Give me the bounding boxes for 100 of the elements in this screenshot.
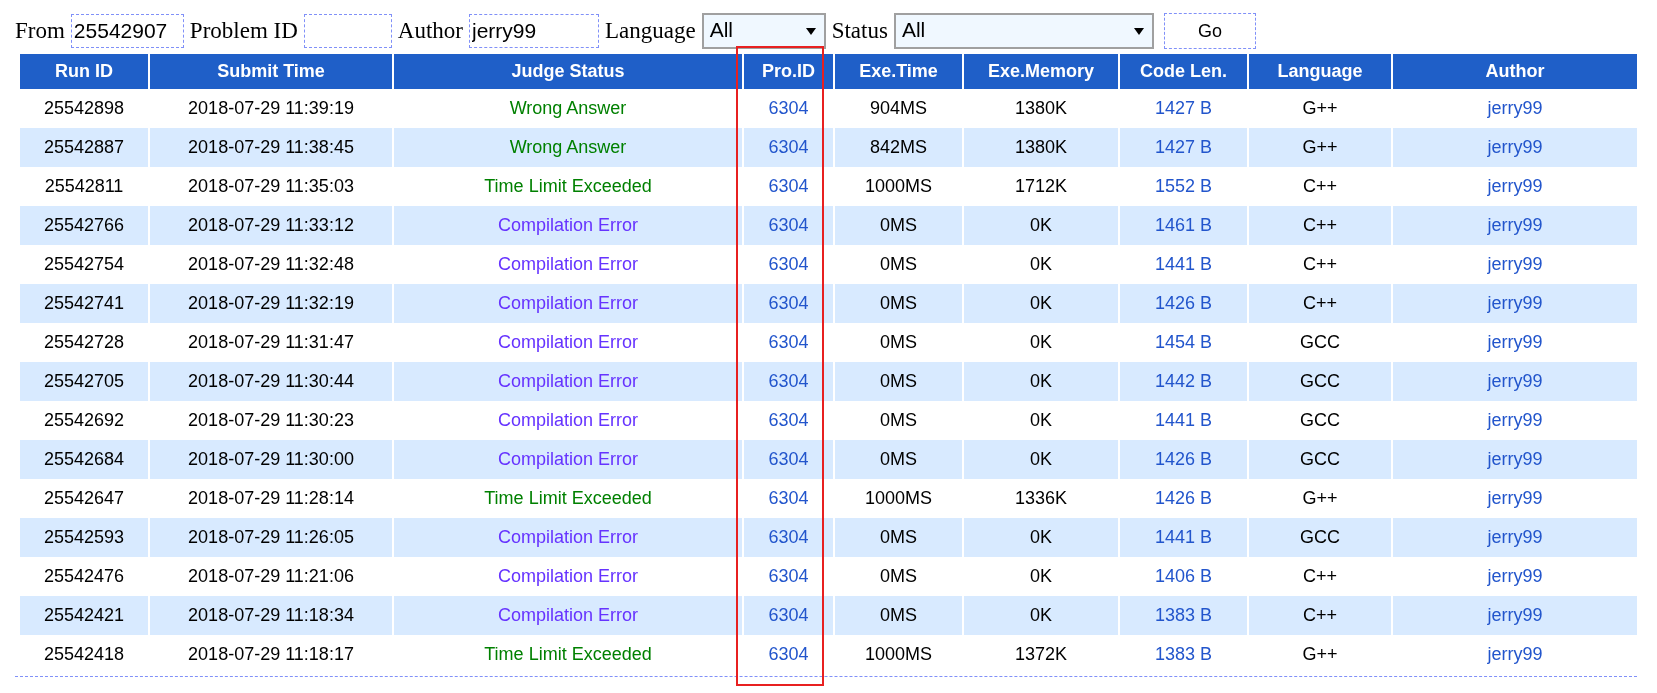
table-cell-text: 0MS — [879, 409, 918, 432]
table-cell: 0MS — [835, 284, 962, 323]
judge-status: Compilation Error — [394, 440, 742, 479]
table-cell-text: GCC — [1299, 331, 1341, 354]
problem-link[interactable]: 6304 — [768, 644, 809, 664]
table-cell-text: GCC — [1299, 409, 1341, 432]
column-header: Pro.ID — [744, 54, 833, 89]
judge-status: Time Limit Exceeded — [483, 643, 653, 666]
problem-id-input[interactable] — [303, 14, 392, 48]
table-cell-text: 2018-07-29 11:32:48 — [187, 253, 355, 276]
table-cell: 25542421 — [20, 596, 148, 635]
table-cell-text: 1336K — [1013, 487, 1069, 510]
judge-status: Compilation Error — [496, 253, 639, 276]
author-link[interactable]: jerry99 — [1487, 566, 1543, 586]
table-cell: 0K — [964, 206, 1118, 245]
column-header: Author — [1393, 54, 1637, 89]
table-cell: 0MS — [835, 362, 962, 401]
column-header: Language — [1249, 54, 1391, 89]
from-input[interactable]: 25542907 — [70, 14, 184, 48]
author-link[interactable]: jerry99 — [1487, 410, 1543, 430]
table-cell: 2018-07-29 11:32:19 — [150, 284, 392, 323]
table-cell: GCC — [1249, 440, 1391, 479]
column-header: Exe.Time — [835, 54, 962, 89]
table-cell: 842MS — [835, 128, 962, 167]
author-link[interactable]: jerry99 — [1487, 176, 1543, 196]
problem-link[interactable]: 6304 — [768, 176, 809, 196]
author-input[interactable]: jerry99 — [469, 14, 599, 48]
author-link[interactable]: jerry99 — [1487, 527, 1543, 547]
table-cell: 0MS — [835, 206, 962, 245]
author-link[interactable]: jerry99 — [1487, 137, 1543, 157]
table-cell: 25542887 — [20, 128, 148, 167]
status-select[interactable]: All — [893, 13, 1154, 49]
table-cell: 1380K — [964, 128, 1118, 167]
judge-status: Time Limit Exceeded — [483, 175, 653, 198]
table-cell: GCC — [1249, 518, 1391, 557]
column-header: Judge Status — [394, 54, 742, 89]
code-length-link[interactable]: 1383 B — [1154, 644, 1213, 664]
table-cell-text: 2018-07-29 11:31:47 — [187, 331, 355, 354]
author-link[interactable]: jerry99 — [1487, 98, 1543, 118]
problem-link[interactable]: 6304 — [768, 254, 809, 274]
problem-link[interactable]: 6304 — [768, 410, 809, 430]
language-select[interactable]: All — [701, 13, 826, 49]
code-length-link[interactable]: 1454 B — [1154, 332, 1213, 352]
code-length-link[interactable]: 1406 B — [1154, 566, 1213, 586]
code-length-link[interactable]: 1441 B — [1154, 254, 1213, 274]
table-cell-text: 25542476 — [42, 565, 126, 588]
table-cell-text: 904MS — [868, 97, 928, 120]
author-link[interactable]: jerry99 — [1487, 605, 1543, 625]
table-cell-text: 0MS — [879, 253, 918, 276]
table-cell-text: 2018-07-29 11:18:17 — [187, 643, 355, 666]
table-cell-text: 1712K — [1013, 175, 1069, 198]
table-cell-text: C++ — [1302, 253, 1338, 276]
table-cell: 25542741 — [20, 284, 148, 323]
column-header: Code Len. — [1120, 54, 1247, 89]
table-cell-text: 25542811 — [43, 175, 125, 198]
author-link[interactable]: jerry99 — [1487, 371, 1543, 391]
table-cell-text: 0K — [1029, 409, 1053, 432]
table-cell: 0MS — [835, 518, 962, 557]
problem-link[interactable]: 6304 — [768, 332, 809, 352]
table-cell-text: 2018-07-29 11:39:19 — [187, 97, 355, 120]
table-cell-text: 2018-07-29 11:35:03 — [187, 175, 355, 198]
table-cell: 0K — [964, 284, 1118, 323]
table-cell: 0K — [964, 440, 1118, 479]
author-link[interactable]: jerry99 — [1487, 644, 1543, 664]
caret-icon — [1133, 28, 1144, 35]
table-cell-text: 1000MS — [863, 487, 933, 510]
author-link[interactable]: jerry99 — [1487, 215, 1543, 235]
author-link[interactable]: jerry99 — [1487, 254, 1543, 274]
code-length-link[interactable]: 1427 B — [1154, 98, 1213, 118]
table-cell-text: 0MS — [879, 331, 918, 354]
author-link[interactable]: jerry99 — [1487, 293, 1543, 313]
table-cell: C++ — [1249, 206, 1391, 245]
author-link[interactable]: jerry99 — [1487, 332, 1543, 352]
language-label: Language — [605, 18, 696, 44]
problem-link[interactable]: 6304 — [768, 566, 809, 586]
problem-link[interactable]: 6304 — [768, 98, 809, 118]
code-length-link[interactable]: 1552 B — [1154, 176, 1213, 196]
go-button[interactable]: Go — [1163, 13, 1256, 49]
judge-status: Compilation Error — [394, 596, 742, 635]
judge-status: Compilation Error — [496, 331, 639, 354]
table-cell-text: 0K — [1029, 253, 1053, 276]
table-cell: 0K — [964, 518, 1118, 557]
table-cell: 0K — [964, 596, 1118, 635]
code-length-link[interactable]: 1441 B — [1154, 410, 1213, 430]
author-link[interactable]: jerry99 — [1487, 488, 1543, 508]
judge-status: Compilation Error — [496, 409, 639, 432]
code-length-link[interactable]: 1426 B — [1154, 488, 1213, 508]
table-cell-text: 25542898 — [42, 97, 126, 120]
table-cell: 2018-07-29 11:38:45 — [150, 128, 392, 167]
table-cell: 25542684 — [20, 440, 148, 479]
author-link[interactable]: jerry99 — [1487, 449, 1543, 469]
table-cell-text: 1380K — [1013, 97, 1069, 120]
table-cell: 25542766 — [20, 206, 148, 245]
judge-status: Compilation Error — [394, 206, 742, 245]
from-label: From — [15, 18, 65, 44]
judge-status: Compilation Error — [394, 362, 742, 401]
status-label: Status — [831, 18, 888, 44]
problem-link[interactable]: 6304 — [768, 488, 809, 508]
table-cell-text: 25542692 — [42, 409, 126, 432]
judge-status: Compilation Error — [394, 518, 742, 557]
